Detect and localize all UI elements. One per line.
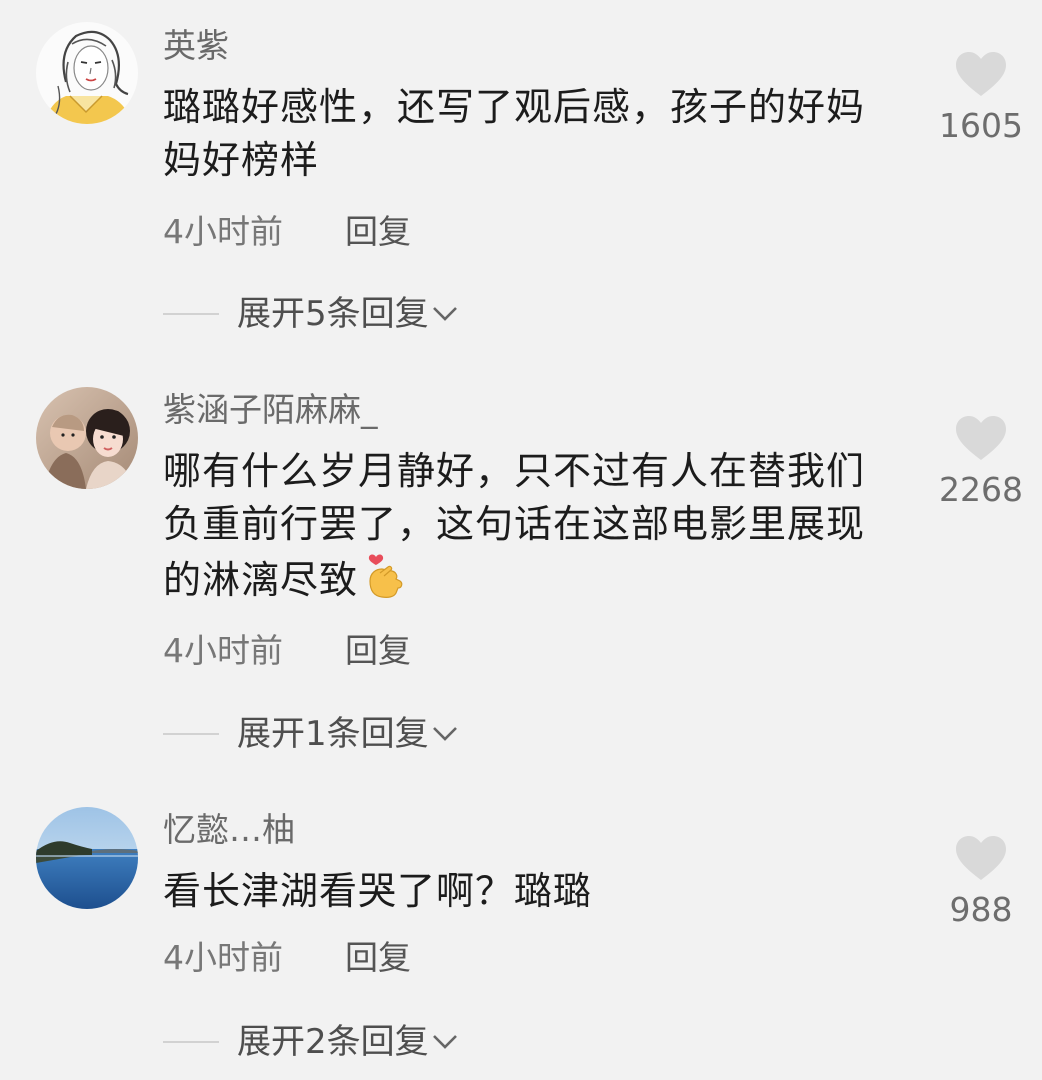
- expand-replies-label: 展开1条回复: [237, 714, 429, 754]
- expand-replies-button[interactable]: 展开5条回复: [163, 294, 459, 334]
- divider-line: [163, 1041, 219, 1043]
- chevron-down-icon: [432, 727, 457, 741]
- comment-text-body: 哪有什么岁月静好，只不过有人在替我们负重前行罢了，这句话在这部电影里展现的淋漓尽…: [163, 449, 866, 602]
- like-count: 988: [949, 890, 1013, 929]
- heart-icon[interactable]: [955, 416, 1007, 462]
- reply-button[interactable]: 回复: [345, 212, 411, 252]
- comment-time: 4小时前: [163, 212, 283, 251]
- divider-line: [163, 313, 219, 315]
- mother-child-photo-avatar-icon: [36, 387, 138, 489]
- avatar[interactable]: [36, 22, 138, 124]
- chevron-down-icon: [432, 307, 457, 321]
- like-count: 2268: [939, 470, 1023, 509]
- reply-button[interactable]: 回复: [345, 938, 411, 978]
- finger-heart-emoji-icon: [368, 554, 403, 598]
- like-box: 1605: [925, 52, 1037, 146]
- like-box: 988: [925, 836, 1037, 930]
- comment-time: 4小时前: [163, 631, 283, 670]
- comment-text: 璐璐好感性，还写了观后感，孩子的好妈妈好榜样: [163, 85, 866, 182]
- like-box: 2268: [925, 416, 1037, 510]
- comment-time: 4小时前: [163, 938, 283, 977]
- expand-replies-label: 展开5条回复: [237, 294, 429, 334]
- comment-list: 英紫 璐璐好感性，还写了观后感，孩子的好妈妈好榜样 4小时前 回复 1605 展开…: [0, 0, 1042, 1080]
- username[interactable]: 忆懿…柚: [163, 810, 295, 850]
- reply-button[interactable]: 回复: [345, 631, 411, 671]
- divider-line: [163, 733, 219, 735]
- sketch-woman-avatar-icon: [36, 22, 138, 124]
- like-count: 1605: [939, 106, 1023, 145]
- chevron-down-icon: [432, 1035, 457, 1049]
- comment-meta: 4小时前 回复: [163, 212, 411, 252]
- lake-landscape-avatar-icon: [36, 807, 138, 909]
- expand-replies-button[interactable]: 展开1条回复: [163, 714, 459, 754]
- comment-text: 哪有什么岁月静好，只不过有人在替我们负重前行罢了，这句话在这部电影里展现的淋漓尽…: [163, 445, 893, 607]
- username[interactable]: 紫涵子陌麻麻_: [163, 390, 378, 430]
- comment-meta: 4小时前 回复: [163, 938, 411, 978]
- comment-meta: 4小时前 回复: [163, 631, 411, 671]
- username[interactable]: 英紫: [163, 26, 229, 66]
- expand-replies-label: 展开2条回复: [237, 1022, 429, 1062]
- avatar[interactable]: [36, 387, 138, 489]
- comment-text: 看长津湖看哭了啊？璐璐: [163, 869, 593, 913]
- heart-icon[interactable]: [955, 52, 1007, 98]
- expand-replies-button[interactable]: 展开2条回复: [163, 1022, 459, 1062]
- avatar[interactable]: [36, 807, 138, 909]
- heart-icon[interactable]: [955, 836, 1007, 882]
